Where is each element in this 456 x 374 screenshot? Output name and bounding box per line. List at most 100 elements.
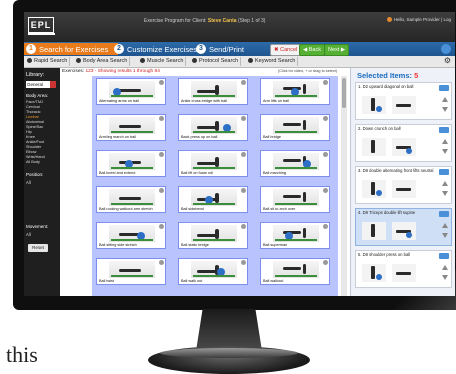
user-greeting[interactable]: Hello, Sample Provider | Log [394, 17, 451, 22]
selected-item[interactable]: 5. D8 shoulder press on ball [355, 250, 452, 288]
figure-shape [371, 224, 375, 237]
exercise-tile[interactable]: Ball static bridge [178, 222, 248, 249]
add-exercise-icon[interactable] [159, 152, 164, 157]
exercise-thumbnail[interactable] [191, 261, 237, 278]
selected-item[interactable]: 2. Down crunch on ball [355, 124, 452, 162]
exercise-thumbnail[interactable] [273, 81, 319, 98]
move-up-icon[interactable] [442, 223, 448, 228]
cancel-button[interactable]: ✖ Cancel [270, 44, 302, 56]
add-exercise-icon[interactable] [241, 224, 246, 229]
exercise-tile[interactable]: Ball walkout [260, 258, 330, 285]
figure-shape [303, 228, 306, 238]
tab-keyword-search[interactable]: Keyword Search [246, 57, 299, 66]
body-area-item[interactable]: All Body [26, 160, 45, 165]
add-exercise-icon[interactable] [159, 80, 164, 85]
exercise-thumbnail[interactable] [109, 153, 155, 170]
position-value[interactable]: All [26, 180, 31, 185]
add-exercise-icon[interactable] [241, 80, 246, 85]
exercise-thumbnail[interactable] [191, 225, 237, 242]
exercise-thumbnail[interactable] [191, 153, 237, 170]
step-customize-exercises[interactable]: 2 Customize Exercises [114, 43, 197, 55]
move-down-icon[interactable] [442, 191, 448, 196]
exercise-thumbnail[interactable] [273, 225, 319, 242]
exercise-thumbnail[interactable] [273, 153, 319, 170]
exercise-tile[interactable]: Ball bridge [260, 114, 330, 141]
exercise-tile[interactable]: Ball walk out [178, 258, 248, 285]
back-button[interactable]: ◀ Back [299, 44, 325, 56]
move-up-icon[interactable] [442, 139, 448, 144]
add-exercise-icon[interactable] [323, 224, 328, 229]
step-send-print[interactable]: 3 Send/Print [196, 43, 244, 55]
exercise-tile[interactable]: Ball twist [96, 258, 166, 285]
exercise-tile[interactable]: Arm lifts on ball [260, 78, 330, 105]
exercise-tile[interactable]: Ball sit to arch over [260, 186, 330, 213]
move-up-icon[interactable] [442, 181, 448, 186]
selected-item[interactable]: 4. D8 Triceps double lift supine [355, 208, 452, 246]
add-exercise-icon[interactable] [159, 260, 164, 265]
move-down-icon[interactable] [442, 149, 448, 154]
exercise-tile[interactable]: Ball kneel and extend [96, 150, 166, 177]
edit-icon[interactable] [439, 127, 449, 133]
exercise-name: Ball rocking walkout arm stretch [99, 207, 153, 211]
edit-icon[interactable] [439, 211, 449, 217]
scrollbar-thumb[interactable] [342, 78, 346, 108]
exercise-tile[interactable]: Ball rocking walkout arm stretch [96, 186, 166, 213]
edit-icon[interactable] [439, 253, 449, 259]
exercise-thumbnail[interactable] [273, 117, 319, 134]
exercise-tile[interactable]: Ball sidebend [178, 186, 248, 213]
client-name[interactable]: Steve Canta [208, 18, 237, 24]
add-exercise-icon[interactable] [323, 188, 328, 193]
exercise-thumbnail[interactable] [191, 81, 237, 98]
add-exercise-icon[interactable] [159, 116, 164, 121]
add-exercise-icon[interactable] [241, 116, 246, 121]
exercise-tile[interactable]: Alternating arms on ball [96, 78, 166, 105]
movement-value[interactable]: All [26, 232, 31, 237]
exercise-thumbnail[interactable] [109, 261, 155, 278]
user-menu[interactable]: Hello, Sample Provider | Log [386, 17, 451, 23]
add-exercise-icon[interactable] [323, 80, 328, 85]
add-exercise-icon[interactable] [323, 116, 328, 121]
exercise-tile[interactable]: Back press up on ball [178, 114, 248, 141]
add-exercise-icon[interactable] [241, 152, 246, 157]
exercise-tile[interactable]: Ball sitting side stretch [96, 222, 166, 249]
tab-rapid-search[interactable]: Rapid Search [25, 57, 71, 66]
exercise-thumbnail[interactable] [273, 261, 319, 278]
step-search-exercises[interactable]: 1 Search for Exercises [24, 43, 119, 55]
exercise-thumbnail[interactable] [273, 189, 319, 206]
reset-button[interactable]: Reset [28, 244, 48, 252]
edit-icon[interactable] [439, 169, 449, 175]
add-exercise-icon[interactable] [241, 260, 246, 265]
add-exercise-icon[interactable] [159, 224, 164, 229]
next-button[interactable]: Next ▶ [324, 44, 350, 56]
exercise-thumbnail[interactable] [191, 117, 237, 134]
gear-icon[interactable]: ⚙ [444, 56, 451, 66]
exercise-thumbnail[interactable] [109, 225, 155, 242]
exercise-tile[interactable]: Ankle cross bridge with ball [178, 78, 248, 105]
move-down-icon[interactable] [442, 233, 448, 238]
exercise-thumbnail[interactable] [109, 189, 155, 206]
tab-muscle-search[interactable]: Muscle Search [138, 57, 187, 66]
tab-protocol-search[interactable]: Protocol Search [190, 57, 242, 66]
selected-item[interactable]: 3. D8 double alternating front lifts neu… [355, 166, 452, 204]
exercise-tile[interactable]: Ball marching [260, 150, 330, 177]
exercise-thumbnail[interactable] [109, 81, 155, 98]
library-select[interactable]: General [26, 81, 56, 88]
exercise-tile[interactable]: Ball lift on foam roll [178, 150, 248, 177]
move-up-icon[interactable] [442, 97, 448, 102]
exercise-tile[interactable]: Ball superman [260, 222, 330, 249]
exercise-tile[interactable]: Arm/leg march on ball [96, 114, 166, 141]
move-down-icon[interactable] [442, 107, 448, 112]
help-icon[interactable] [441, 44, 451, 54]
move-up-icon[interactable] [442, 265, 448, 270]
tab-body-area-search[interactable]: Body Area Search [74, 57, 131, 66]
exercise-thumbnail[interactable] [191, 189, 237, 206]
add-exercise-icon[interactable] [323, 152, 328, 157]
add-exercise-icon[interactable] [241, 188, 246, 193]
add-exercise-icon[interactable] [323, 260, 328, 265]
move-down-icon[interactable] [442, 275, 448, 280]
exercise-thumbnail[interactable] [109, 117, 155, 134]
exercise-scrollbar[interactable] [341, 76, 347, 296]
add-exercise-icon[interactable] [159, 188, 164, 193]
edit-icon[interactable] [439, 85, 449, 91]
selected-item[interactable]: 1. D2 upward diagonal on ball [355, 82, 452, 120]
